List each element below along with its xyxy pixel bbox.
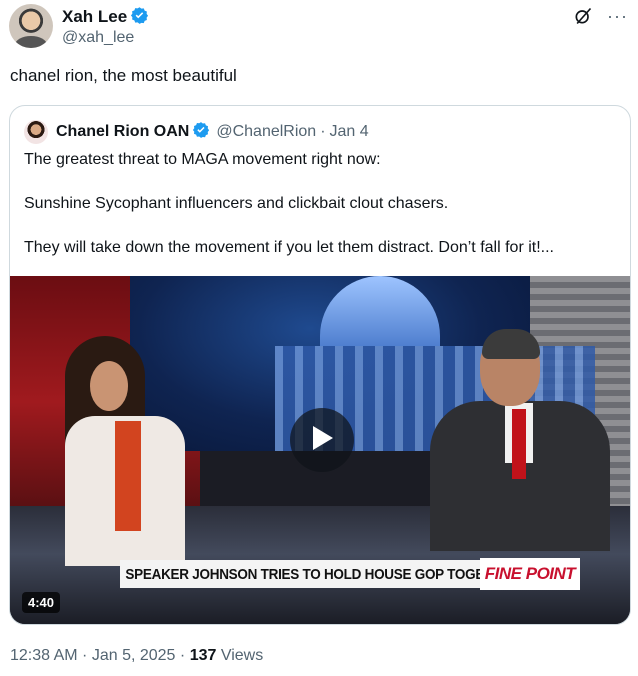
tweet-actions: ··· — [573, 6, 628, 26]
play-icon — [309, 424, 335, 457]
show-logo: FINE POINT — [480, 558, 580, 590]
play-button[interactable] — [290, 408, 354, 472]
guest-figure — [410, 329, 610, 551]
host-figure — [55, 336, 205, 566]
tweet-text: chanel rion, the most beautiful — [10, 66, 237, 85]
separator-dot: · — [179, 647, 186, 664]
verified-badge-icon — [130, 6, 149, 30]
author-handle[interactable]: @xah_lee — [62, 29, 134, 47]
quoted-author-name[interactable]: Chanel Rion OAN — [56, 123, 189, 141]
show-logo-text: FINE POINT — [484, 564, 576, 583]
tweet-meta: 12:38 AM · Jan 5, 2025 · 137 Views — [10, 647, 263, 665]
author-name[interactable]: Xah Lee — [62, 7, 127, 26]
video-player[interactable]: SPEAKER JOHNSON TRIES TO HOLD HOUSE GOP … — [10, 276, 630, 624]
grok-icon[interactable] — [573, 6, 593, 26]
quoted-text-line: Sunshine Sycophant influencers and click… — [24, 195, 449, 212]
more-icon[interactable]: ··· — [607, 6, 628, 26]
views-label: Views — [220, 647, 264, 664]
quoted-author-avatar[interactable] — [24, 120, 48, 144]
quoted-text-line: They will take down the movement if you … — [24, 239, 554, 256]
lower-third-banner: SPEAKER JOHNSON TRIES TO HOLD HOUSE GOP … — [120, 560, 520, 588]
quoted-tweet-header: Chanel Rion OAN @ChanelRion · Jan 4 — [24, 120, 369, 144]
quoted-tweet-card[interactable]: Chanel Rion OAN @ChanelRion · Jan 4 The … — [9, 105, 631, 625]
views-count: 137 — [189, 647, 217, 664]
quoted-author-handle[interactable]: @ChanelRion — [216, 123, 316, 141]
lower-third-text: SPEAKER JOHNSON TRIES TO HOLD HOUSE GOP … — [125, 565, 520, 583]
tweet-timestamp[interactable]: 12:38 AM · Jan 5, 2025 — [10, 647, 175, 664]
verified-badge-icon — [192, 121, 210, 144]
quoted-text-line: The greatest threat to MAGA movement rig… — [24, 151, 381, 168]
quoted-tweet-date[interactable]: Jan 4 — [330, 123, 369, 141]
video-duration: 4:40 — [22, 592, 61, 613]
separator-dot: · — [320, 123, 326, 140]
author-avatar[interactable] — [9, 4, 53, 48]
